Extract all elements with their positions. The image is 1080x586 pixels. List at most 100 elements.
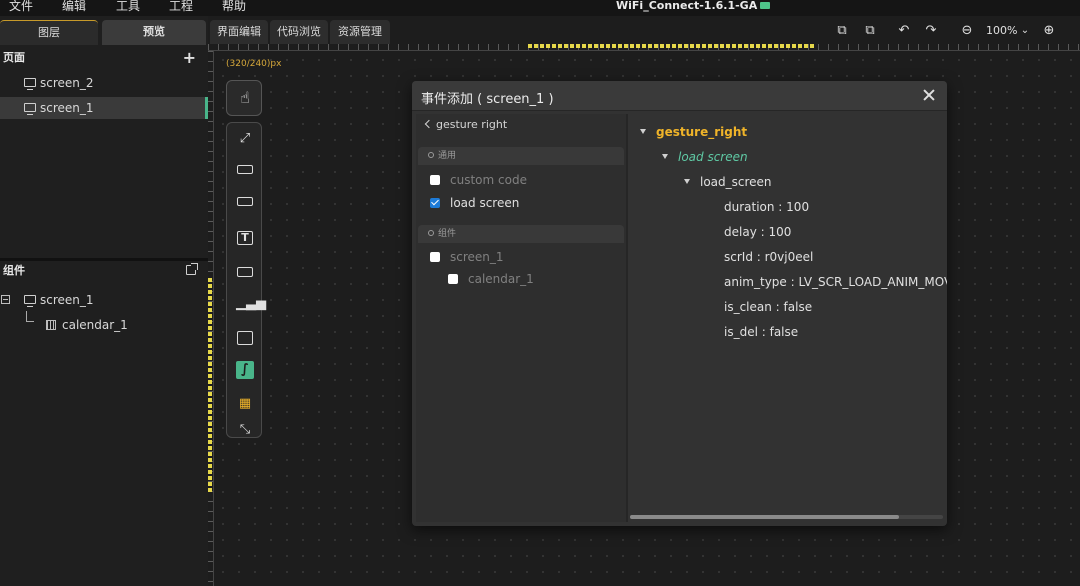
checkbox[interactable] bbox=[448, 274, 458, 284]
caret-down-icon[interactable] bbox=[640, 129, 646, 134]
zoom-out-icon[interactable]: ⊖ bbox=[960, 24, 974, 38]
tab-layers[interactable]: 图层 bbox=[0, 20, 98, 45]
text-icon[interactable]: T bbox=[236, 229, 254, 247]
widget-toolbox: ⤢ T ▁▃▅ ∫ ▦ ⤡ bbox=[226, 122, 266, 439]
line-icon[interactable]: ∫ bbox=[236, 361, 254, 379]
tree-prop-duration[interactable]: duration : 100 bbox=[724, 198, 809, 216]
button-icon[interactable] bbox=[236, 163, 254, 181]
ruler-left-highlight bbox=[208, 278, 212, 492]
tab-resource-manager[interactable]: 资源管理 bbox=[330, 20, 390, 44]
caret-down-icon[interactable] bbox=[662, 154, 668, 159]
page-item-screen-1[interactable]: screen_1 bbox=[0, 97, 208, 119]
pages-section-header: 页面 + bbox=[0, 47, 208, 69]
dialog-header[interactable]: 事件添加 ( screen_1 ) bbox=[412, 81, 947, 111]
widget-group-title: 组件 bbox=[438, 229, 457, 239]
app-title: WiFi_Connect-1.6.1-GA bbox=[616, 0, 771, 13]
widget-tree-screen-1[interactable]: screen_1 bbox=[0, 289, 208, 311]
tab-ui-editor[interactable]: 界面编辑 bbox=[210, 20, 268, 44]
horizontal-scrollbar[interactable] bbox=[630, 515, 943, 519]
canvas-size-label: (320/240)px bbox=[226, 59, 282, 69]
layer-back-icon[interactable]: ⧉ bbox=[835, 24, 849, 38]
tree-prop-anim-type[interactable]: anim_type : LV_SCR_LOAD_ANIM_MOVE_ bbox=[724, 273, 947, 291]
event-option-panel: gesture right 通用 custom code load screen… bbox=[416, 114, 626, 522]
zoom-dropdown-icon[interactable]: ⌄ bbox=[1018, 24, 1032, 38]
folder-open-icon bbox=[760, 2, 771, 9]
left-tabs: 图层 预览 bbox=[0, 20, 208, 45]
event-tree-panel: gesture_right load screen load_screen du… bbox=[628, 114, 947, 522]
menu-file[interactable]: 文件 bbox=[9, 0, 33, 13]
qrcode-icon[interactable]: ▦ bbox=[236, 395, 254, 413]
option-calendar-1[interactable]: calendar_1 bbox=[448, 270, 534, 288]
option-screen-1[interactable]: screen_1 bbox=[430, 248, 504, 266]
tree-action-label: load_screen bbox=[700, 175, 772, 189]
zoom-level[interactable]: 100% bbox=[986, 24, 1017, 38]
menu-help[interactable]: 帮助 bbox=[222, 0, 246, 13]
option-label: load screen bbox=[450, 196, 520, 210]
tree-event-label: load screen bbox=[678, 150, 748, 164]
scrollbar-thumb[interactable] bbox=[630, 515, 900, 519]
tab-preview[interactable]: 预览 bbox=[102, 20, 206, 45]
checkbox[interactable] bbox=[430, 252, 440, 262]
menu-tools[interactable]: 工具 bbox=[116, 0, 140, 13]
widget-group-header: 组件 bbox=[418, 225, 624, 243]
monitor-icon bbox=[24, 78, 36, 90]
app-title-text: WiFi_Connect-1.6.1-GA bbox=[616, 0, 758, 12]
tree-connector bbox=[26, 311, 34, 322]
zoom-in-icon[interactable]: ⊕ bbox=[1042, 24, 1056, 38]
add-page-button[interactable]: + bbox=[183, 47, 196, 69]
tree-root-label: gesture_right bbox=[656, 125, 748, 139]
tree-root-node[interactable]: gesture_right bbox=[640, 123, 747, 141]
chart-icon[interactable]: ▁▃▅ bbox=[236, 295, 266, 313]
back-label: gesture right bbox=[436, 118, 508, 131]
widgets-section-header: 组件 bbox=[0, 260, 208, 282]
widget-tree-calendar-1[interactable]: calendar_1 bbox=[0, 311, 208, 336]
touch-tool[interactable]: ☝ bbox=[226, 80, 262, 116]
page-item-screen-2[interactable]: screen_2 bbox=[0, 72, 208, 94]
collapse-icon[interactable] bbox=[1, 295, 10, 304]
option-label: calendar_1 bbox=[468, 272, 534, 286]
tree-prop-is-clean[interactable]: is_clean : false bbox=[724, 298, 812, 316]
redo-icon[interactable]: ↷ bbox=[924, 24, 938, 38]
external-link-icon[interactable] bbox=[186, 263, 198, 275]
calendar-icon bbox=[46, 320, 56, 330]
caret-down-icon[interactable] bbox=[684, 179, 690, 184]
layer-front-icon[interactable]: ⧉ bbox=[863, 24, 877, 38]
event-add-dialog: 事件添加 ( screen_1 ) gesture right 通用 custo… bbox=[412, 81, 947, 526]
tab-code-browser[interactable]: 代码浏览 bbox=[270, 20, 328, 44]
tree-prop-is-del[interactable]: is_del : false bbox=[724, 323, 798, 341]
imgbutton-icon[interactable] bbox=[236, 195, 254, 213]
page-item-label: screen_1 bbox=[40, 101, 94, 115]
option-custom-code[interactable]: custom code bbox=[430, 171, 527, 189]
expand-icon[interactable]: ⤡ bbox=[236, 421, 254, 439]
checkbox-checked[interactable] bbox=[430, 198, 440, 208]
back-button[interactable]: gesture right bbox=[424, 118, 508, 131]
tree-event-node[interactable]: load screen bbox=[662, 148, 748, 166]
dialog-title: 事件添加 ( screen_1 ) bbox=[421, 92, 554, 107]
image-icon[interactable] bbox=[236, 329, 254, 347]
tree-action-node[interactable]: load_screen bbox=[684, 173, 772, 191]
shrink-icon[interactable]: ⤢ bbox=[236, 130, 254, 148]
monitor-icon bbox=[24, 103, 36, 115]
menu-edit[interactable]: 编辑 bbox=[62, 0, 86, 13]
option-load-screen[interactable]: load screen bbox=[430, 194, 519, 212]
tree-prop-delay[interactable]: delay : 100 bbox=[724, 223, 791, 241]
monitor-icon bbox=[24, 295, 36, 307]
chevron-left-icon bbox=[424, 119, 434, 129]
close-icon[interactable] bbox=[921, 86, 939, 104]
user-icon bbox=[428, 152, 434, 158]
widget-tree-label: calendar_1 bbox=[62, 318, 128, 332]
page-item-label: screen_2 bbox=[40, 76, 94, 90]
widget-tree-label: screen_1 bbox=[40, 293, 94, 307]
user-icon bbox=[428, 230, 434, 236]
undo-icon[interactable]: ↶ bbox=[897, 24, 911, 38]
dropdown-icon[interactable] bbox=[236, 263, 254, 281]
option-label: screen_1 bbox=[450, 250, 504, 264]
menubar: 文件 编辑 工具 工程 帮助 WiFi_Connect-1.6.1-GA bbox=[0, 0, 1080, 16]
checkbox[interactable] bbox=[430, 175, 440, 185]
widgets-section-title: 组件 bbox=[3, 264, 25, 277]
general-group-header: 通用 bbox=[418, 147, 624, 165]
tree-prop-scrid[interactable]: scrId : r0vj0eel bbox=[724, 248, 813, 266]
menu-project[interactable]: 工程 bbox=[169, 0, 193, 13]
touch-icon: ☝ bbox=[240, 88, 250, 107]
option-label: custom code bbox=[450, 173, 527, 187]
